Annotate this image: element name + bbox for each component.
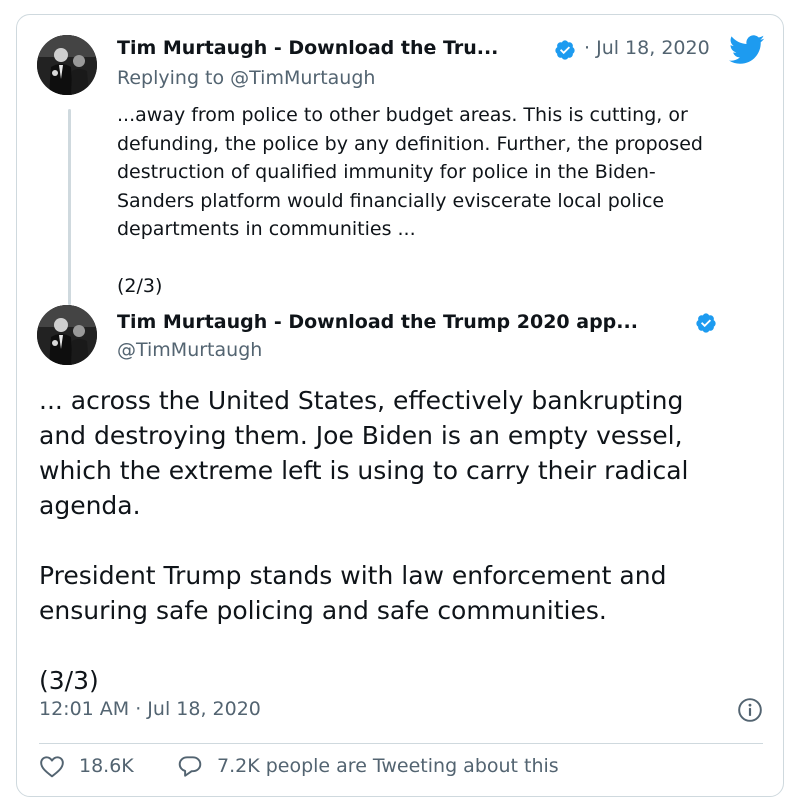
twitter-bird-icon[interactable] — [729, 35, 765, 65]
replying-to: Replying to @TimMurtaugh — [117, 67, 375, 89]
embedded-tweet-card: Tim Murtaugh - Download the Tru... · Jul… — [16, 14, 784, 797]
author-avatar[interactable] — [37, 35, 97, 95]
date-separator: · — [584, 37, 591, 59]
like-button[interactable]: 18.6K — [39, 754, 134, 778]
verified-badge-icon — [555, 40, 575, 60]
date-text: Jul 18, 2020 — [596, 37, 710, 59]
like-count: 18.6K — [79, 755, 134, 777]
replying-to-prefix: Replying to — [117, 67, 231, 89]
tweet-timestamp[interactable]: 12:01 AM · Jul 18, 2020 — [39, 698, 261, 720]
replying-to-handle[interactable]: @TimMurtaugh — [230, 67, 375, 89]
divider — [39, 743, 763, 744]
conversation-text: 7.2K people are Tweeting about this — [217, 755, 559, 777]
thread-connector-line — [68, 109, 71, 305]
speech-bubble-icon — [178, 756, 202, 777]
tweet-text: ... across the United States, effectivel… — [39, 386, 689, 695]
author-avatar[interactable] — [37, 305, 97, 365]
heart-icon — [40, 756, 64, 778]
tweet-date[interactable]: · Jul 18, 2020 — [584, 37, 710, 59]
author-name[interactable]: Tim Murtaugh - Download the Tru... — [117, 37, 498, 59]
author-name[interactable]: Tim Murtaugh - Download the Trump 2020 a… — [117, 311, 638, 333]
info-icon[interactable] — [737, 697, 763, 723]
author-handle[interactable]: @TimMurtaugh — [117, 339, 262, 361]
conversation-link[interactable]: 7.2K people are Tweeting about this — [177, 754, 559, 778]
verified-badge-icon — [696, 313, 716, 333]
tweet-text: ...away from police to other budget area… — [117, 104, 703, 297]
